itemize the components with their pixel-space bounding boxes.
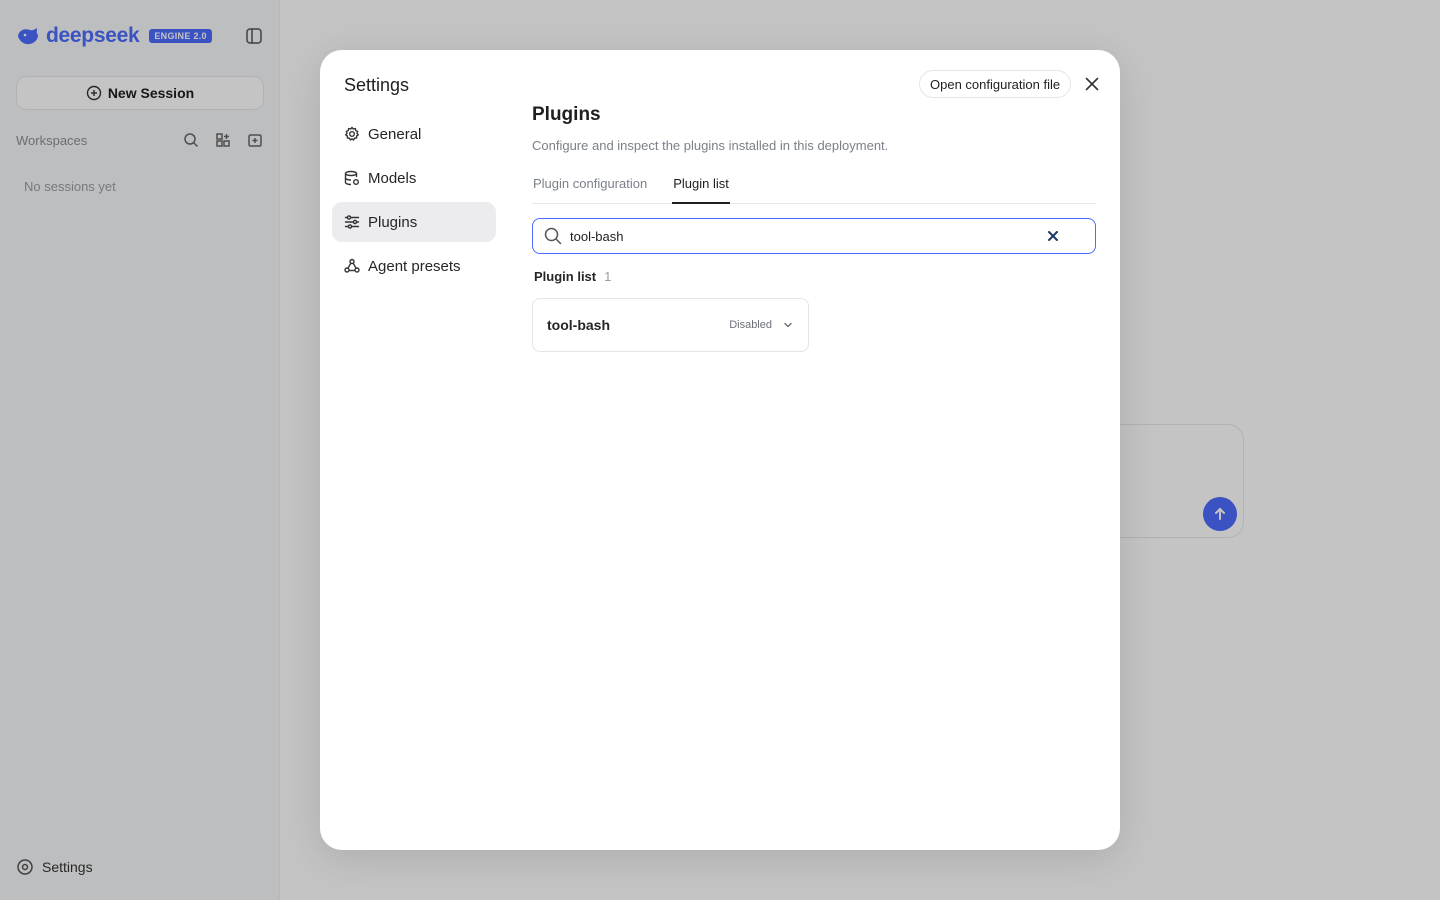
database-icon (344, 170, 360, 186)
sliders-icon (344, 214, 360, 230)
plugin-list-label: Plugin list (534, 269, 597, 284)
nav-label-agent-presets: Agent presets (368, 257, 461, 275)
close-icon[interactable] (1082, 74, 1102, 94)
plugin-status: Disabled (729, 319, 772, 331)
search-icon (543, 226, 563, 246)
open-config-button[interactable]: Open configuration file (919, 70, 1072, 98)
page-description: Configure and inspect the plugins instal… (532, 138, 889, 153)
search-input[interactable] (570, 228, 1045, 244)
plugin-search (532, 218, 1096, 254)
gear-icon (344, 126, 360, 142)
plugin-tabs: Plugin configuration Plugin list (532, 172, 1096, 204)
nav-label-models: Models (368, 169, 417, 187)
nav-label-plugins: Plugins (368, 213, 418, 231)
nav-item-agent-presets[interactable]: Agent presets (332, 246, 496, 286)
settings-modal: Settings General Models Plugins Agent pr… (320, 50, 1120, 850)
plugin-name: tool-bash (547, 317, 610, 333)
plugin-card-tool-bash[interactable]: tool-bash Disabled (532, 298, 809, 352)
plugin-list-header: Plugin list 1 (534, 269, 611, 284)
page-title: Plugins (532, 104, 601, 125)
nav-item-plugins[interactable]: Plugins (332, 202, 496, 242)
nav-label-general: General (368, 125, 422, 143)
nav-item-general[interactable]: General (332, 114, 496, 154)
presets-icon (344, 258, 360, 274)
nav-item-models[interactable]: Models (332, 158, 496, 198)
clear-search-icon[interactable] (1045, 228, 1061, 244)
tab-plugin-configuration[interactable]: Plugin configuration (532, 172, 648, 204)
settings-nav: General Models Plugins Agent presets (332, 114, 496, 290)
modal-title: Settings (344, 75, 410, 95)
tab-plugin-list[interactable]: Plugin list (672, 172, 730, 204)
chevron-down-icon[interactable] (782, 319, 794, 331)
plugin-list-count: 1 (604, 269, 612, 284)
